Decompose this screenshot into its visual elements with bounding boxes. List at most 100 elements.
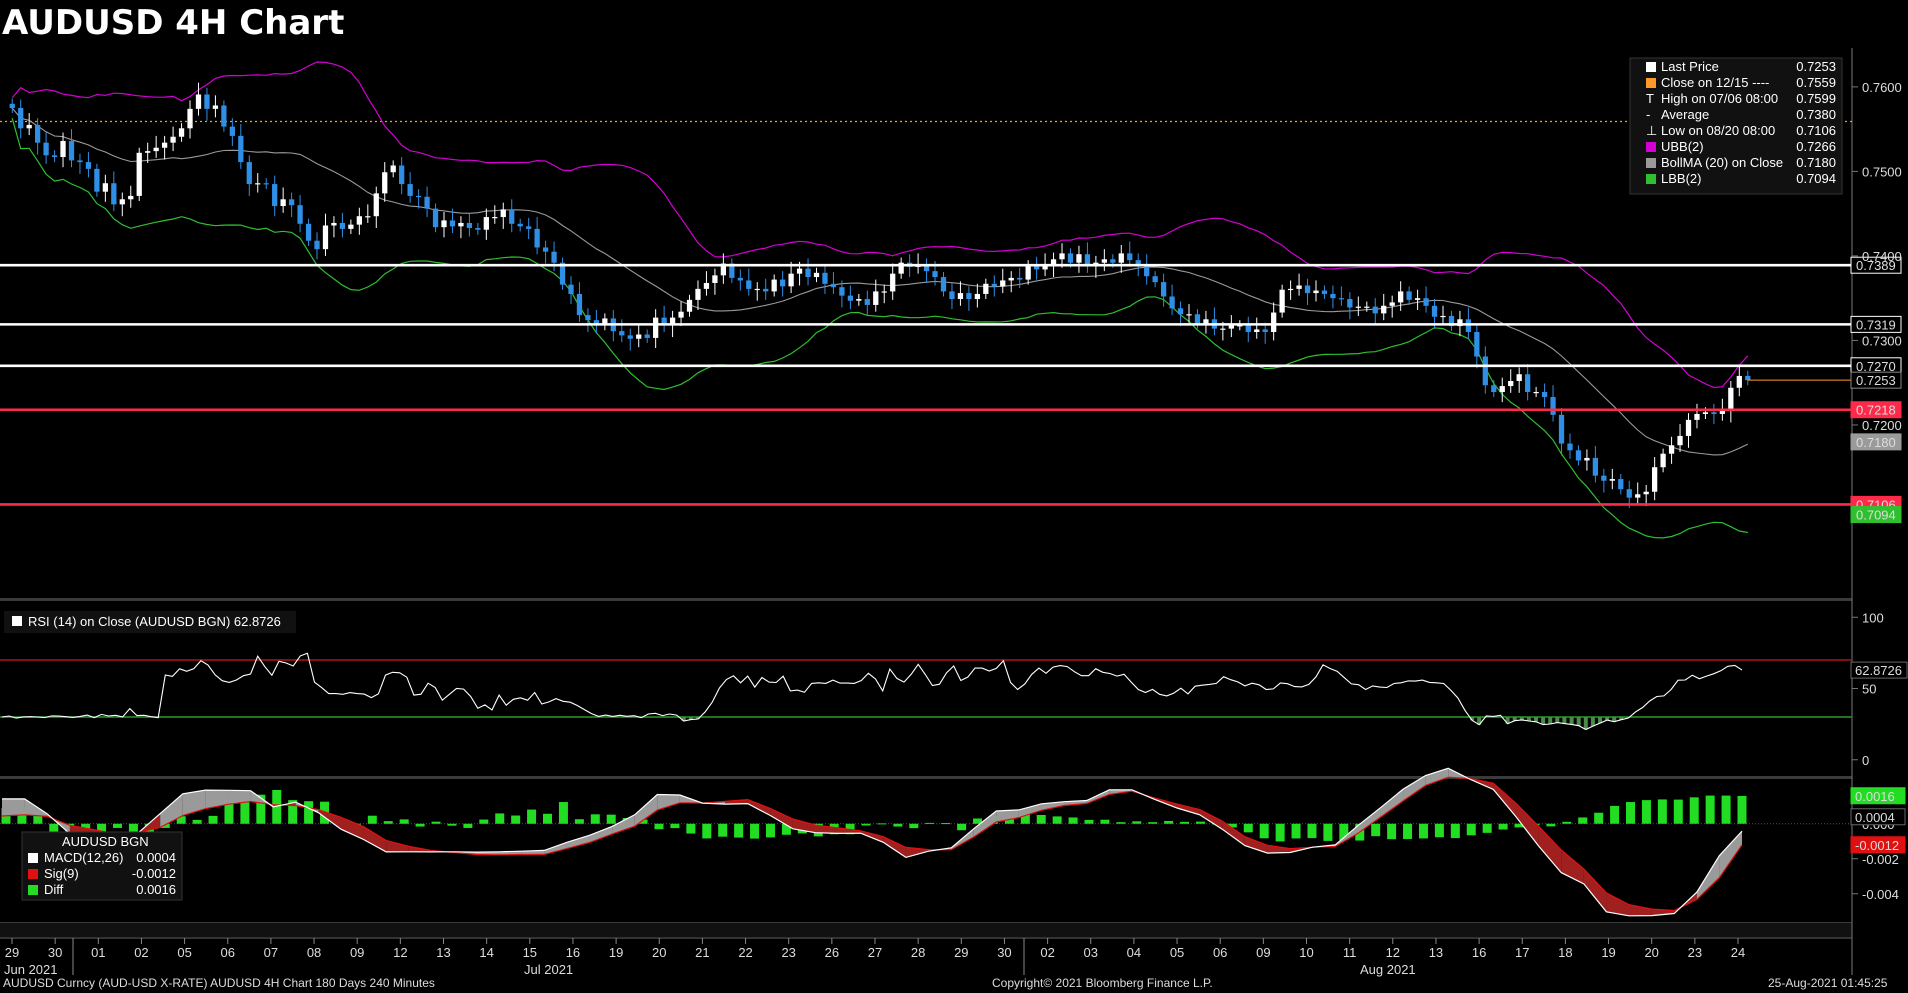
legend-label: High on 07/06 08:00 [1661, 91, 1778, 106]
candle-body [1262, 329, 1268, 332]
candle-body [881, 291, 887, 293]
y-tick-label: -0.002 [1862, 852, 1899, 867]
x-tick-label: 13 [1429, 945, 1443, 960]
y-tick-label: -0.004 [1862, 887, 1899, 902]
candle-body [1533, 391, 1539, 394]
x-tick-label: 04 [1127, 945, 1141, 960]
macd-diff-bar [1307, 823, 1317, 839]
macd-diff-bar [1132, 821, 1142, 824]
candle-body [636, 334, 642, 339]
footer-timestamp: 25-Aug-2021 01:45:25 [1768, 976, 1888, 990]
candle-body [830, 283, 837, 288]
candle-body [1736, 375, 1742, 388]
candle-body [1406, 291, 1412, 300]
legend-value: 0.7559 [1796, 75, 1836, 90]
rsi-oversold-fill [14, 717, 1631, 730]
candle-body [238, 135, 244, 163]
candle-body [365, 216, 371, 218]
legend-label: Sig(9) [44, 866, 79, 881]
reference-label: 0.7270 [1856, 359, 1896, 374]
legend-label: Average [1661, 107, 1709, 122]
candle-body [754, 288, 760, 291]
candle-body [373, 193, 379, 217]
x-tick-label: 20 [652, 945, 666, 960]
candle-body [1101, 259, 1107, 263]
macd-diff-bar [574, 819, 584, 824]
candle-body [890, 273, 896, 292]
macd-diff-bar [670, 823, 680, 829]
legend-value: 0.7599 [1796, 91, 1836, 106]
candle-body [255, 183, 261, 185]
x-tick-label: 30 [48, 945, 62, 960]
candle-body [1398, 291, 1404, 303]
legend-label: BollMA (20) on Close [1661, 155, 1783, 170]
macd-diff-bar [1387, 823, 1397, 840]
macd-signal-fill [1583, 868, 1607, 912]
macd-diff-bar [1100, 819, 1110, 824]
candle-body [940, 277, 947, 292]
candle-body [1508, 381, 1514, 387]
candle-body [1635, 494, 1641, 498]
candle-body [94, 168, 100, 192]
legend-swatch [1646, 174, 1656, 184]
macd-diff-bar [1323, 823, 1333, 841]
month-label: Jun 2021 [4, 962, 58, 977]
reference-label: 0.7218 [1856, 403, 1896, 418]
macd-diff-bar [1498, 823, 1508, 830]
candle-body [949, 291, 955, 300]
candle-body [1347, 299, 1353, 308]
mini-panel [0, 923, 1852, 937]
legend-swatch [1646, 78, 1656, 88]
lower-bollinger-band [11, 118, 1748, 539]
candle-body [1474, 331, 1480, 357]
x-axis: 29 30 01 02 05 06 07 08 09 12 13 14 15 16 19 20 21 22 23 26… [0, 937, 1852, 977]
legend-value: 0.7180 [1796, 155, 1836, 170]
candle-body [1609, 479, 1615, 481]
x-tick-label: 16 [1472, 945, 1486, 960]
legend-mark: ⊥ [1646, 123, 1657, 138]
macd-diff-bar [861, 823, 871, 826]
macd-diff-bar [1562, 821, 1572, 824]
candle-body [26, 124, 32, 129]
candle-body [1000, 280, 1006, 287]
x-tick-label: 16 [566, 945, 580, 960]
x-tick-label: 24 [1731, 945, 1745, 960]
candle-body [288, 199, 295, 206]
candle-body [1685, 419, 1692, 436]
candle-body [407, 184, 413, 196]
x-tick-label: 14 [479, 945, 493, 960]
x-tick-label: 23 [1688, 945, 1702, 960]
candle-body [390, 165, 396, 173]
candle-body [1177, 308, 1184, 315]
value-tag-label: 0.0016 [1855, 789, 1895, 804]
macd-diff-bar [1116, 822, 1126, 824]
candle-body [128, 195, 134, 200]
legend-swatch [12, 616, 22, 626]
candle-body [1677, 435, 1683, 446]
macd-diff-bar [224, 802, 234, 824]
legend-label: UBB(2) [1661, 139, 1704, 154]
candle-body [1626, 489, 1632, 498]
candle-body [1745, 375, 1751, 381]
candle-body [932, 271, 938, 278]
candle-body [1067, 253, 1074, 263]
candle-body [1525, 374, 1531, 392]
macd-panel: 0.000-0.002-0.0040.00160.0004-0.0012 [0, 767, 1906, 917]
candle-body [1313, 290, 1319, 294]
candle-body [1372, 306, 1378, 314]
x-tick-label: 27 [868, 945, 882, 960]
macd-signal-fill [363, 826, 387, 852]
candle-body [1330, 293, 1336, 299]
candle-body [1694, 413, 1700, 420]
macd-diff-bar [1068, 817, 1078, 824]
value-tag-label: -0.0012 [1855, 838, 1899, 853]
macd-diff-bar [590, 814, 600, 824]
macd-diff-bar [686, 823, 696, 834]
x-tick-label: 28 [911, 945, 925, 960]
x-tick-label: 02 [1040, 945, 1054, 960]
value-tag-label: 0.7094 [1856, 508, 1896, 523]
macd-diff-bar [702, 823, 712, 839]
macd-diff-bar [399, 819, 409, 824]
macd-diff-bar [1275, 823, 1285, 842]
legend-label: Diff [44, 882, 64, 897]
